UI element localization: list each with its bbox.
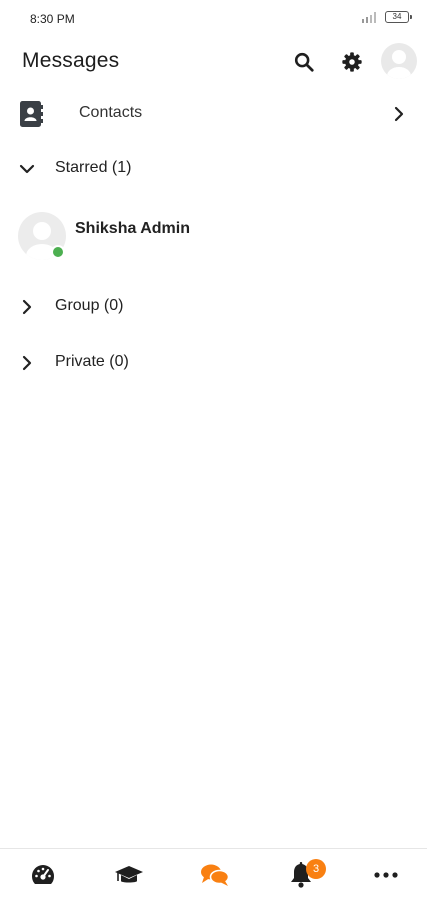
signal-icon (362, 12, 376, 23)
messages-icon (201, 864, 230, 886)
nav-more[interactable] (371, 861, 401, 889)
online-status-dot (51, 245, 65, 259)
chevron-right-icon (22, 299, 32, 315)
user-avatar[interactable] (381, 43, 417, 79)
status-bar: 8:30 PM 34 (0, 0, 427, 36)
notification-badge: 3 (306, 859, 326, 879)
graduation-cap-icon (115, 866, 143, 883)
contacts-label: Contacts (79, 104, 143, 121)
contacts-link[interactable]: Contacts (0, 92, 427, 136)
gear-icon (342, 52, 362, 72)
more-icon (374, 872, 398, 878)
conversation-item[interactable]: Shiksha Admin (0, 206, 427, 268)
section-group[interactable]: Group (0) (0, 286, 427, 326)
nav-messages[interactable] (200, 861, 230, 889)
app-header: Messages (0, 38, 427, 86)
section-group-label: Group (0) (55, 297, 124, 314)
chevron-down-icon (19, 164, 35, 174)
section-starred[interactable]: Starred (1) (0, 148, 427, 188)
user-placeholder-icon (387, 50, 411, 79)
status-time: 8:30 PM (30, 12, 75, 26)
nav-dashboard[interactable] (28, 861, 58, 889)
status-indicators: 34 (361, 11, 412, 23)
settings-button[interactable] (338, 48, 366, 76)
search-icon (294, 52, 314, 72)
chevron-right-icon (22, 355, 32, 371)
battery-icon: 34 (385, 11, 412, 23)
conversation-name: Shiksha Admin (75, 220, 190, 237)
dashboard-icon (32, 865, 54, 884)
battery-level: 34 (392, 12, 402, 21)
address-book-icon (20, 101, 43, 127)
section-starred-label: Starred (1) (55, 159, 132, 176)
section-private-label: Private (0) (55, 353, 129, 370)
chevron-right-icon (394, 106, 404, 122)
bottom-navigation: 3 (0, 848, 427, 900)
section-private[interactable]: Private (0) (0, 342, 427, 382)
search-button[interactable] (290, 48, 318, 76)
nav-courses[interactable] (114, 861, 144, 889)
page-title: Messages (22, 49, 120, 72)
